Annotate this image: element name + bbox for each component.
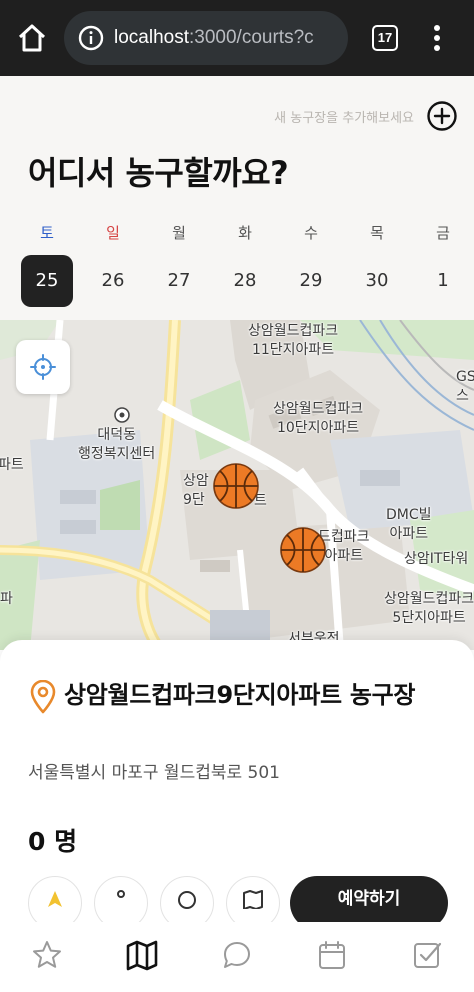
browser-toolbar: localhost:3000/courts?c 17 (0, 0, 474, 76)
weekday-label: 월 (172, 224, 186, 242)
date-number: 29 (299, 270, 323, 291)
date-number: 30 (365, 270, 389, 291)
date-number: 26 (101, 270, 125, 291)
more-menu-icon[interactable] (424, 22, 450, 54)
date-number: 27 (167, 270, 191, 291)
crosshair-icon (30, 354, 56, 380)
share-button[interactable] (94, 876, 148, 922)
map-icon[interactable] (125, 938, 159, 972)
chat-button[interactable] (160, 876, 214, 922)
site-info-icon[interactable] (78, 25, 104, 51)
weekday-label: 목 (370, 224, 384, 242)
date-item[interactable]: 목 30 (351, 218, 403, 307)
chat-bubble-icon (178, 891, 196, 909)
map-label: 파 (0, 591, 13, 607)
court-name: 상암월드컵파크9단지아파트 농구장 (64, 681, 416, 709)
date-item[interactable]: 토 25 (21, 218, 73, 307)
court-actions: 예약하기 (28, 876, 458, 922)
checkbox-icon[interactable] (410, 938, 444, 972)
weekday-label: 일 (106, 224, 120, 242)
date-item[interactable]: 화 28 (219, 218, 271, 307)
directions-button[interactable] (28, 876, 82, 922)
bottom-navigation (0, 922, 474, 992)
map-icon (243, 890, 263, 909)
star-icon[interactable] (30, 938, 64, 972)
add-court-hint: 새 농구장을 추가해보세요 (274, 110, 414, 126)
map-label: 파트 (0, 457, 24, 473)
court-header: 상암월드컵파크9단지아파트 농구장 (28, 678, 458, 714)
share-icon (117, 890, 125, 898)
url-text: localhost:3000/courts?c (114, 27, 314, 48)
player-count: 0 명 (28, 827, 78, 856)
date-item[interactable]: 수 29 (285, 218, 337, 307)
map-view-button[interactable] (226, 876, 280, 922)
calendar-icon[interactable] (315, 938, 349, 972)
weekday-label: 금 (436, 224, 450, 242)
date-item[interactable]: 월 27 (153, 218, 205, 307)
plus-circle-icon[interactable] (426, 100, 458, 132)
basketball-court-marker[interactable] (212, 462, 260, 510)
navigation-arrow-icon (48, 891, 62, 907)
map-label: 상암월드컵파크 11단지아파트 (248, 323, 339, 358)
date-item[interactable]: 일 26 (87, 218, 139, 307)
basketball-court-marker[interactable] (279, 526, 327, 574)
map-label: 상암 9단 (183, 473, 209, 508)
location-pin-icon (30, 680, 56, 714)
map-label: DMC빌 아파트 (386, 507, 432, 542)
add-court-button[interactable]: 새 농구장을 추가해보세요 (274, 100, 458, 132)
date-number: 1 (437, 270, 449, 291)
date-item[interactable]: 금 1 (417, 218, 469, 307)
map-label: 상암IT타워 (404, 551, 469, 567)
address-bar[interactable]: localhost:3000/courts?c (64, 11, 348, 65)
locate-me-button[interactable] (16, 340, 70, 394)
weekday-label: 수 (304, 224, 318, 242)
map-label: 상암월드컵파크 5단지아파트 (384, 591, 474, 626)
chat-icon[interactable] (220, 938, 254, 972)
page-title: 어디서 농구할까요? (28, 154, 289, 192)
reserve-button[interactable]: 예약하기 (290, 876, 448, 922)
map-view[interactable]: 상암월드컵파크 11단지아파트 상암월드컵파크 10단지아파트 대덕동 행정복지센터 … (0, 320, 474, 650)
map-label: 대덕동 행정복지센터 (78, 427, 156, 462)
court-address: 서울특별시 마포구 월드컵북로 501 (28, 763, 280, 783)
tab-switcher-button[interactable]: 17 (372, 25, 398, 51)
court-detail-sheet: 상암월드컵파크9단지아파트 농구장 서울특별시 마포구 월드컵북로 501 0 … (0, 640, 474, 922)
weekday-label: 화 (238, 224, 252, 242)
map-label: 상암월드컵파크 10단지아파트 (273, 401, 364, 436)
date-number: 25 (21, 255, 73, 307)
map-label: GS 스 (456, 369, 474, 404)
weekday-label: 토 (40, 224, 54, 242)
home-icon[interactable] (14, 20, 50, 56)
date-number: 28 (233, 270, 257, 291)
